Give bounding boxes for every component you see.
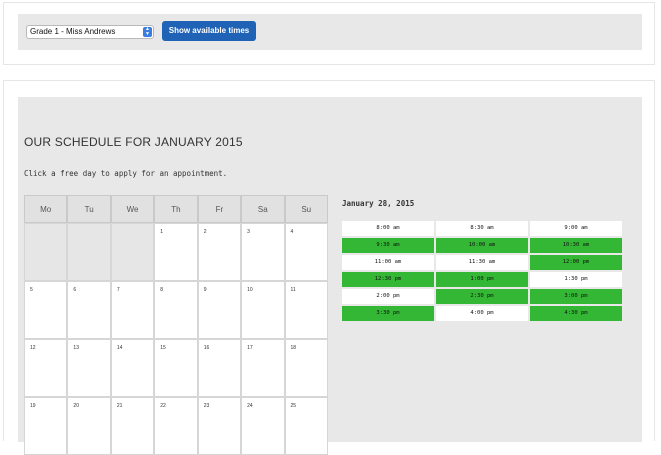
class-select[interactable]: Grade 1 - Miss Andrews ▲ ▼ — [26, 25, 154, 39]
timeslot-free[interactable]: 12:00 pm — [530, 255, 622, 270]
calendar-week: 1 2 3 4 — [24, 223, 328, 281]
calendar-day[interactable]: 18 — [284, 339, 328, 397]
calendar-day[interactable]: 10 — [241, 281, 285, 339]
calendar-day[interactable]: 19 — [24, 397, 68, 455]
timeslot-free[interactable]: 10:00 am — [436, 238, 528, 253]
calendar-empty-cell — [110, 223, 155, 281]
calendar-day[interactable]: 3 — [241, 223, 285, 281]
calendar-day[interactable]: 7 — [110, 281, 155, 339]
weekday-sa: Sa — [241, 195, 285, 223]
calendar-day[interactable]: 14 — [110, 339, 155, 397]
calendar-day[interactable]: 16 — [197, 339, 242, 397]
timeslot-free[interactable]: 3:00 pm — [530, 289, 622, 304]
calendar-day[interactable]: 15 — [154, 339, 198, 397]
schedule-title: OUR SCHEDULE FOR JANUARY 2015 — [24, 135, 243, 149]
timeslot-free[interactable]: 1:00 pm — [436, 272, 528, 287]
calendar-day[interactable]: 20 — [67, 397, 111, 455]
timeslot-unavailable: 8:30 am — [436, 221, 528, 236]
timeslot-unavailable: 11:30 am — [436, 255, 528, 270]
timeslot-unavailable: 9:00 am — [530, 221, 622, 236]
select-arrows-icon: ▲ ▼ — [143, 27, 152, 37]
calendar-day[interactable]: 11 — [284, 281, 328, 339]
calendar-day[interactable]: 8 — [154, 281, 198, 339]
timeslot-free[interactable]: 3:30 pm — [342, 306, 434, 321]
timeslot-unavailable: 8:00 am — [342, 221, 434, 236]
calendar: Mo Tu We Th Fr Sa Su 1 2 3 4 5 6 7 8 9 1… — [24, 195, 328, 455]
timeslot-unavailable: 11:00 am — [342, 255, 434, 270]
schedule-instruction: Click a free day to apply for an appoint… — [24, 169, 228, 178]
calendar-weekday-header: Mo Tu We Th Fr Sa Su — [24, 195, 328, 223]
schedule-panel: OUR SCHEDULE FOR JANUARY 2015 Click a fr… — [3, 80, 655, 455]
weekday-we: We — [110, 195, 155, 223]
calendar-empty-cell — [24, 223, 68, 281]
calendar-day[interactable]: 23 — [197, 397, 242, 455]
weekday-mo: Mo — [24, 195, 68, 223]
calendar-day[interactable]: 1 — [154, 223, 198, 281]
calendar-day[interactable]: 21 — [110, 397, 155, 455]
timeslot-unavailable: 4:00 pm — [436, 306, 528, 321]
timeslot-free[interactable]: 12:30 pm — [342, 272, 434, 287]
timeslot-unavailable: 1:30 pm — [530, 272, 622, 287]
filter-panel: Grade 1 - Miss Andrews ▲ ▼ Show available… — [3, 2, 655, 65]
calendar-day[interactable]: 9 — [197, 281, 242, 339]
timeslot-grid: 8:00 am 8:30 am 9:00 am 9:30 am 10:00 am 10:3… — [342, 221, 622, 321]
calendar-day[interactable]: 12 — [24, 339, 68, 397]
calendar-day[interactable]: 6 — [67, 281, 111, 339]
weekday-su: Su — [284, 195, 328, 223]
timeslot-free[interactable]: 4:30 pm — [530, 306, 622, 321]
calendar-day[interactable]: 5 — [24, 281, 68, 339]
weekday-tu: Tu — [67, 195, 111, 223]
timeslot-free[interactable]: 2:30 pm — [436, 289, 528, 304]
timeslot-free[interactable]: 9:30 am — [342, 238, 434, 253]
calendar-day[interactable]: 2 — [197, 223, 242, 281]
show-available-times-button[interactable]: Show available times — [162, 21, 256, 41]
calendar-empty-cell — [67, 223, 111, 281]
calendar-week: 12 13 14 15 16 17 18 — [24, 339, 328, 397]
calendar-week: 19 20 21 22 23 24 25 — [24, 397, 328, 455]
selected-date-label: January 28, 2015 — [342, 199, 415, 208]
weekday-th: Th — [154, 195, 198, 223]
timeslot-free[interactable]: 10:30 am — [530, 238, 622, 253]
calendar-day[interactable]: 24 — [241, 397, 285, 455]
calendar-day[interactable]: 17 — [241, 339, 285, 397]
calendar-day[interactable]: 13 — [67, 339, 111, 397]
weekday-fr: Fr — [197, 195, 242, 223]
class-select-value: Grade 1 - Miss Andrews — [30, 27, 116, 36]
calendar-day[interactable]: 25 — [284, 397, 328, 455]
calendar-week: 5 6 7 8 9 10 11 — [24, 281, 328, 339]
calendar-day[interactable]: 22 — [154, 397, 198, 455]
filter-bar: Grade 1 - Miss Andrews ▲ ▼ Show available… — [18, 14, 642, 50]
timeslot-unavailable: 2:00 pm — [342, 289, 434, 304]
schedule-content: OUR SCHEDULE FOR JANUARY 2015 Click a fr… — [18, 97, 642, 455]
calendar-day[interactable]: 4 — [284, 223, 328, 281]
